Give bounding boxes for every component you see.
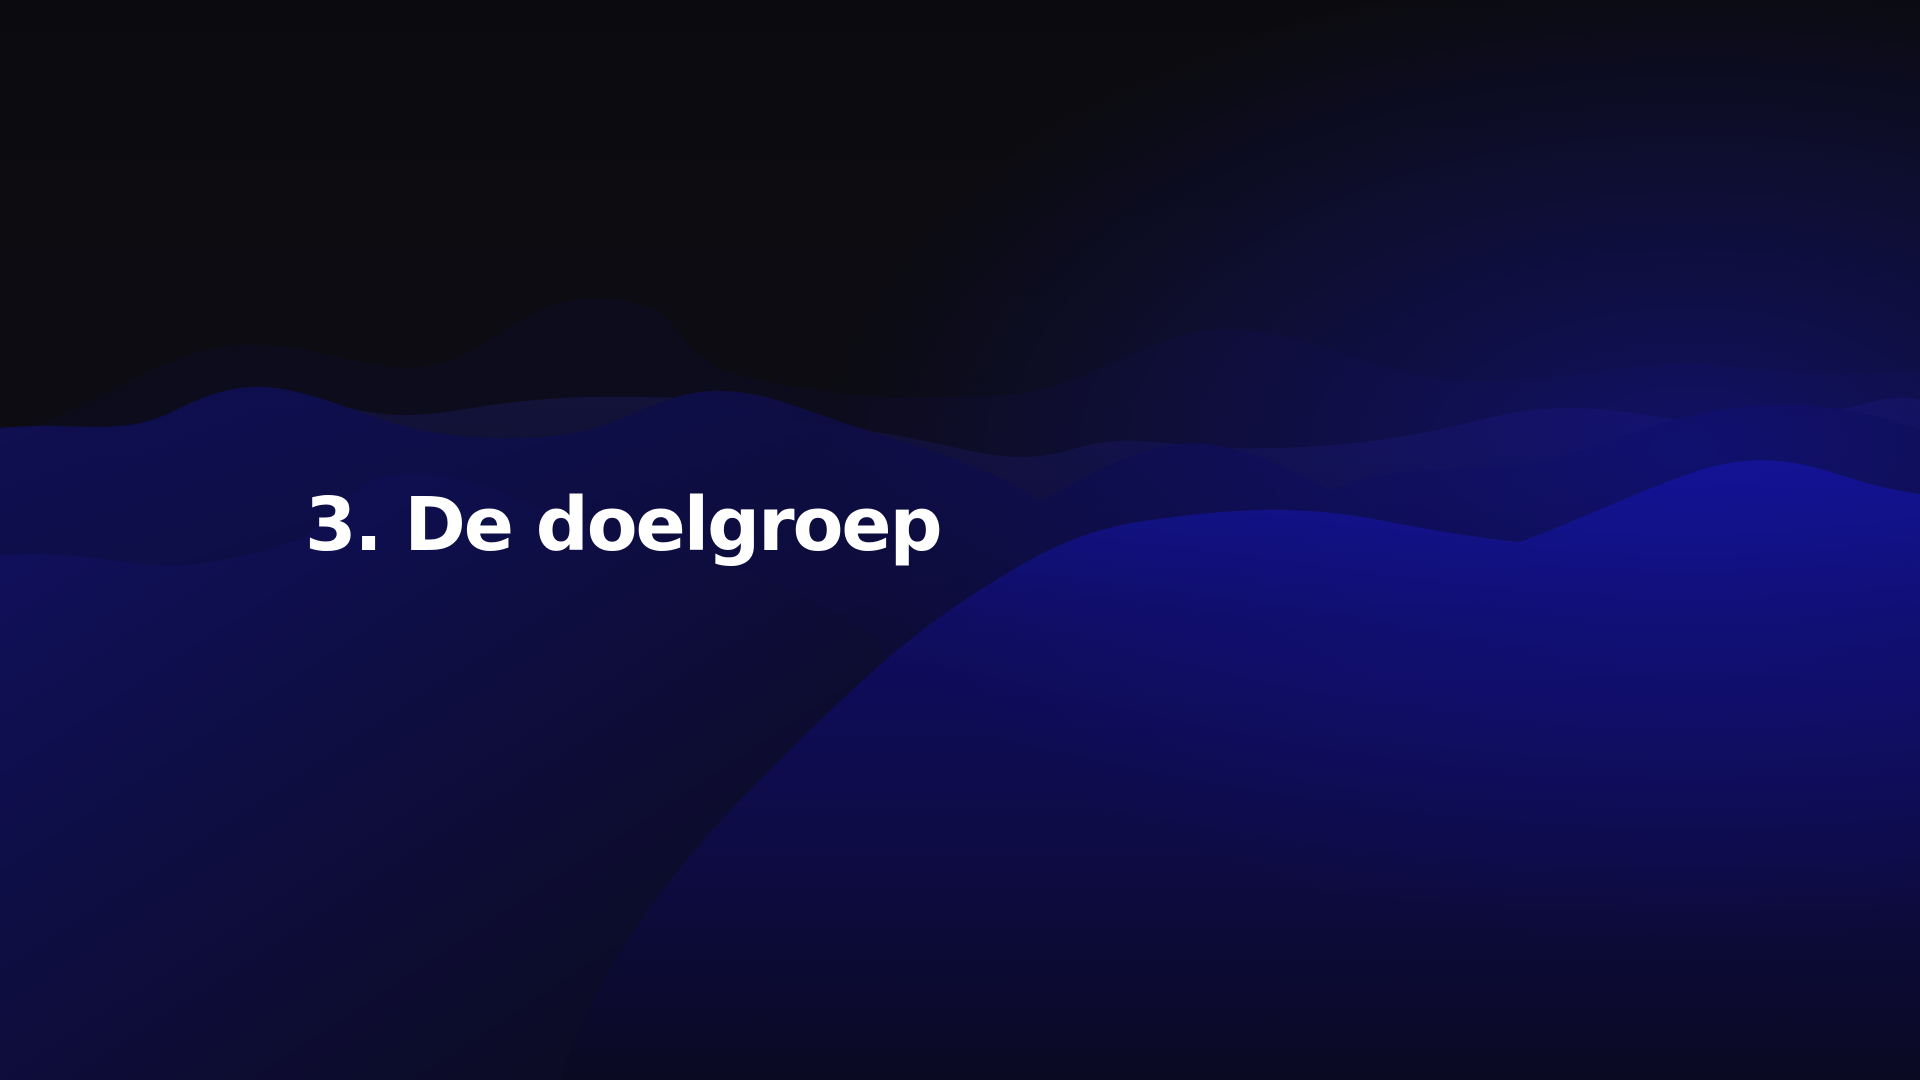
slide-title: 3. De doelgroep <box>305 482 943 568</box>
blue-glow <box>0 0 1920 1080</box>
wave-landscape-background <box>0 0 1920 1080</box>
title-slide: 3. De doelgroep <box>0 0 1920 1080</box>
